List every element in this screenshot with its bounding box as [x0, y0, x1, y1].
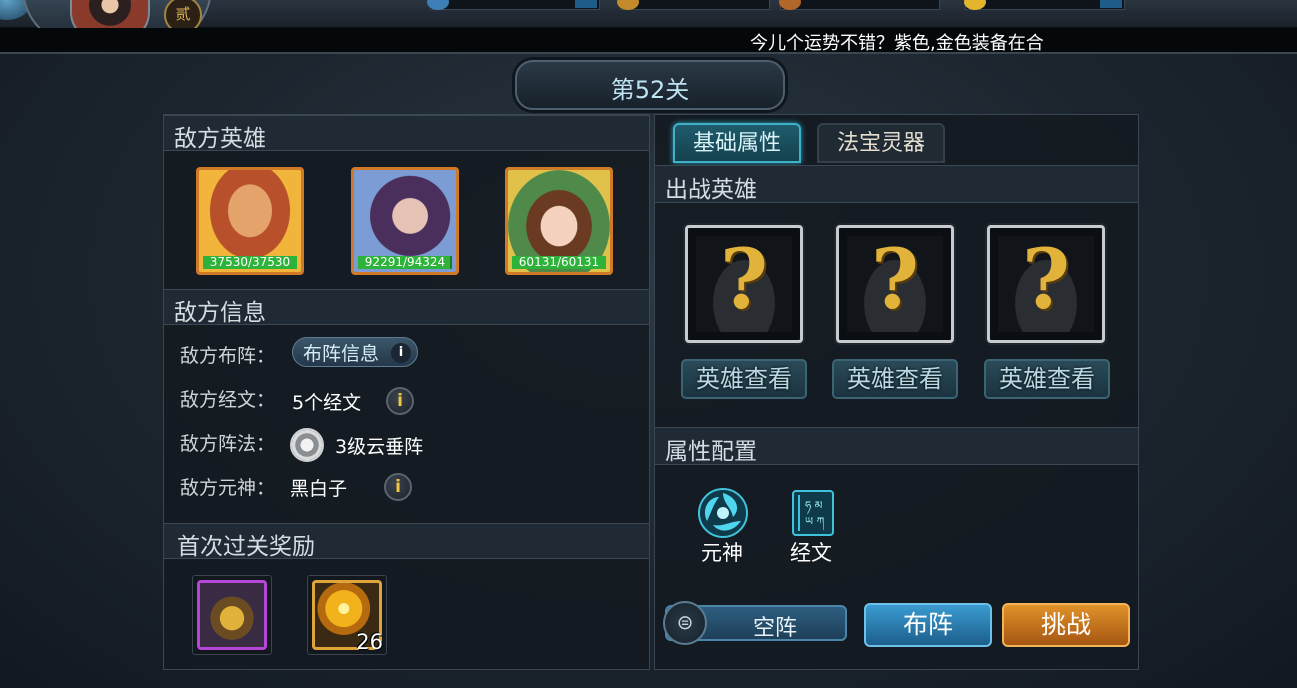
vigor-icon [617, 0, 639, 10]
reward-slot-1[interactable] [192, 575, 272, 655]
enemy-panel: 敌方英雄 37530/37530 92291/94324 60131/60131… [163, 114, 650, 670]
coin-slot [779, 0, 940, 10]
gold-add-button[interactable] [1100, 0, 1122, 8]
scripture-label: 敌方经文： [180, 389, 276, 411]
enemy-hero-hp-bar: 37530/37530 [203, 256, 297, 269]
enemy-hero-hp-bar: 60131/60131 [512, 256, 606, 269]
gold-slot [964, 0, 1125, 10]
enemy-hero-hp-bar: 92291/94324 [358, 256, 452, 269]
array-value: 3级云垂阵 [335, 436, 424, 458]
enemy-hero-card-3[interactable]: 60131/60131 [505, 167, 613, 275]
enemy-hero-hp-text: 92291/94324 [364, 255, 446, 269]
enemy-heroes-header: 敌方英雄 [164, 115, 649, 152]
formation-info-label: 布阵信息 [303, 343, 380, 365]
tab-artifacts[interactable]: 法宝灵器 [817, 123, 945, 163]
scripture-info-icon[interactable]: i [386, 387, 414, 415]
stamina-add-button[interactable] [575, 0, 597, 8]
announcement-ticker: 今儿个运势不错？紫色,金色装备在合 [0, 28, 1297, 54]
scripture-attr-label: 经文 [790, 541, 832, 565]
enemy-hero-card-2[interactable]: 92291/94324 [351, 167, 459, 275]
spirit-label: 敌方元神： [180, 477, 276, 499]
stamina-icon [427, 0, 449, 10]
enemy-hero-hp-text: 60131/60131 [518, 255, 600, 269]
vigor-slot [617, 0, 770, 10]
enemy-hero-card-1[interactable]: 37530/37530 [196, 167, 304, 275]
formation-disc-icon: ⊜ [663, 601, 707, 645]
stage-title: 第52关 [610, 76, 690, 104]
empty-formation-button[interactable]: ⊜ 空阵 [663, 601, 847, 645]
deploy-button[interactable]: 布阵 [864, 603, 992, 647]
spirit-attr-label: 元神 [701, 541, 743, 565]
tab-basic-attributes[interactable]: 基础属性 [673, 123, 801, 163]
reward-slot-2[interactable]: 26 [307, 575, 387, 655]
coin-icon [779, 0, 801, 10]
view-hero-button-1[interactable]: 英雄查看 [681, 359, 807, 399]
question-mark-icon: ? [1021, 232, 1071, 328]
view-hero-button-3[interactable]: 英雄查看 [984, 359, 1110, 399]
hero-slot-2[interactable]: ? [836, 225, 954, 343]
scripture-book-icon[interactable]: ཧ མ ཡ ཀ [787, 487, 839, 539]
treasure-chest-icon [197, 580, 267, 650]
rewards-title: 首次过关奖励 [177, 534, 315, 560]
question-mark-icon: ? [870, 232, 920, 328]
battle-heroes-header: 出战英雄 [655, 165, 1138, 203]
info-icon: i [391, 343, 411, 363]
reward-count: 26 [356, 630, 383, 654]
hero-slot-1[interactable]: ? [685, 225, 803, 343]
formation-info-button[interactable]: 布阵信息 i [292, 337, 418, 367]
spirit-value: 黑白子 [290, 478, 348, 500]
formation-label: 敌方布阵： [180, 345, 276, 367]
spirit-info-icon[interactable]: i [384, 473, 412, 501]
enemy-heroes-title: 敌方英雄 [174, 126, 266, 152]
team-panel: 基础属性 法宝灵器 出战英雄 ? ? ? 英雄查看 英雄查看 英雄查看 属性配置… [654, 114, 1139, 670]
attr-config-header: 属性配置 [655, 427, 1138, 465]
enemy-info-title: 敌方信息 [174, 300, 266, 326]
empty-formation-label: 空阵 [753, 616, 798, 641]
rewards-header: 首次过关奖励 [164, 523, 649, 560]
gold-icon [964, 0, 986, 10]
stamina-slot [427, 0, 600, 10]
enemy-hero-hp-text: 37530/37530 [209, 255, 291, 269]
cloud-array-icon [290, 428, 324, 462]
ticker-text: 今儿个运势不错？紫色,金色装备在合 [750, 33, 1044, 54]
battle-heroes-title: 出战英雄 [665, 177, 757, 203]
scripture-value: 5个经文 [292, 392, 362, 414]
stage-banner: 第52关 [515, 60, 785, 110]
spirit-swirl-icon[interactable] [697, 487, 749, 539]
question-mark-icon: ? [719, 232, 769, 328]
view-hero-button-2[interactable]: 英雄查看 [832, 359, 958, 399]
enemy-info-header: 敌方信息 [164, 289, 649, 326]
challenge-button[interactable]: 挑战 [1002, 603, 1130, 647]
hero-slot-3[interactable]: ? [987, 225, 1105, 343]
array-label: 敌方阵法： [180, 433, 276, 455]
attr-config-title: 属性配置 [665, 439, 757, 465]
